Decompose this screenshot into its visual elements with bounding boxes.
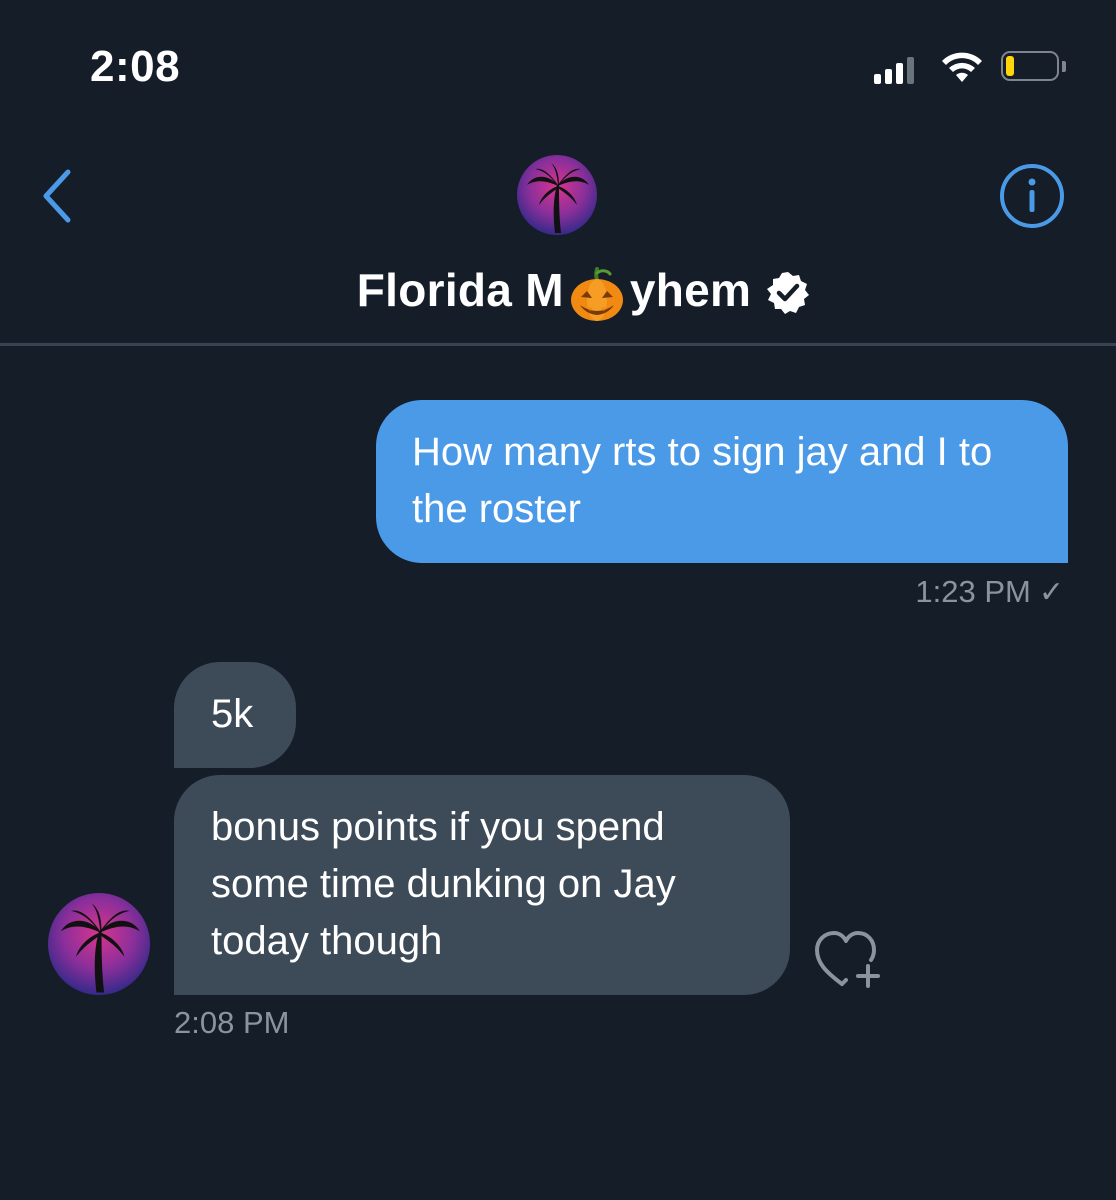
sent-time-text: 1:23 PM	[915, 574, 1031, 609]
display-name-part-2: yhem	[629, 264, 752, 317]
header-divider	[0, 343, 1116, 346]
received-message-timestamp: 2:08 PM	[174, 1005, 290, 1040]
sender-avatar[interactable]	[48, 893, 150, 995]
chevron-left-icon	[43, 169, 71, 223]
battery-icon	[1001, 51, 1066, 83]
info-button[interactable]	[998, 162, 1066, 230]
header-avatar[interactable]	[517, 155, 597, 235]
add-reaction-button[interactable]	[812, 926, 888, 992]
battery-level	[1006, 56, 1014, 76]
header-title[interactable]: Florida M yhem	[0, 262, 1116, 324]
back-button[interactable]	[36, 166, 80, 226]
received-message-text: bonus points if you spend some time dunk…	[211, 805, 676, 963]
dm-conversation-screen: 2:08 Florida M yhem How many rts to sign…	[0, 0, 1116, 1200]
sent-message-bubble[interactable]: How many rts to sign jay and I to the ro…	[376, 400, 1068, 563]
wifi-icon	[942, 52, 982, 82]
heart-plus-icon	[815, 931, 880, 988]
display-name: Florida M yhem	[357, 263, 752, 323]
sent-message-timestamp: 1:23 PM ✓	[915, 574, 1064, 610]
verified-badge-icon	[767, 272, 810, 314]
jack-o-lantern-emoji-icon	[570, 266, 623, 321]
cellular-signal-icon	[874, 54, 914, 84]
check-icon: ✓	[1038, 576, 1064, 609]
received-message-bubble[interactable]: bonus points if you spend some time dunk…	[174, 775, 790, 995]
status-time: 2:08	[90, 42, 181, 91]
info-icon	[1000, 164, 1064, 228]
received-message-text: 5k	[211, 692, 254, 736]
received-message-bubble[interactable]: 5k	[174, 662, 296, 768]
sent-message-text: How many rts to sign jay and I to the ro…	[412, 430, 993, 531]
display-name-part-1: Florida M	[356, 264, 564, 317]
